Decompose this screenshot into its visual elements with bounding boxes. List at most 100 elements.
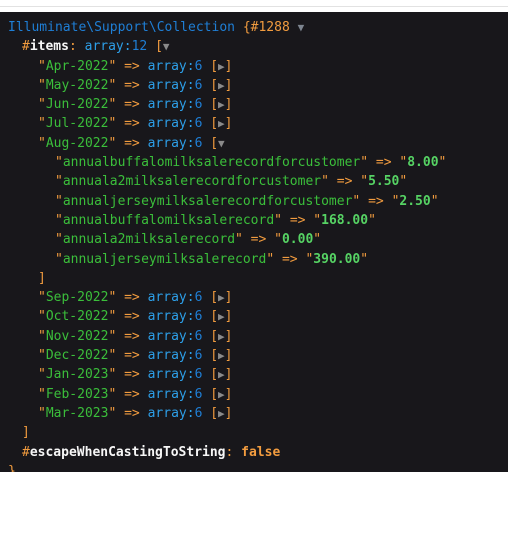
month-key: Feb-2023 [45, 386, 109, 402]
month-open-bracket: [ [210, 135, 219, 151]
month-expand-caret-icon[interactable]: ▶ [218, 330, 225, 343]
expanded-entry-line: "annuala2milksalerecordforcustomer" => "… [0, 172, 508, 191]
month-close-bracket: ] [224, 116, 233, 132]
entry-key-close-quote: " [266, 251, 275, 267]
month-type-separator: : [186, 367, 195, 383]
month-close-bracket: ] [224, 97, 233, 113]
month-expand-caret-icon[interactable]: ▶ [218, 407, 225, 420]
month-open-bracket: [ [210, 116, 219, 132]
escape-property-value: false [241, 444, 281, 460]
month-type-separator: : [186, 405, 195, 421]
month-entry-line: "Dec-2022" => array:6 [▶] [0, 346, 508, 365]
month-entry-line: "Jun-2022" => array:6 [▶] [0, 95, 508, 114]
key-open-quote: " [38, 386, 46, 402]
key-open-quote: " [38, 135, 46, 151]
collection-collapse-caret-icon[interactable]: ▼ [298, 21, 305, 34]
month-close-bracket: ] [224, 348, 233, 364]
expanded-close-bracket: ] [38, 270, 46, 286]
screenshot-root: Illuminate\Support\Collection {#1288 ▼ #… [0, 0, 508, 553]
key-open-quote: " [38, 328, 46, 344]
key-value-arrow: => [124, 386, 140, 402]
month-entry-line: "Oct-2022" => array:6 [▶] [0, 307, 508, 326]
month-expand-caret-icon[interactable]: ▶ [218, 310, 225, 323]
entry-key-close-quote: " [274, 212, 282, 228]
entry-key-open-quote: " [55, 251, 63, 267]
key-value-arrow: => [124, 348, 140, 364]
month-close-bracket: ] [224, 405, 233, 421]
var-dump-panel: Illuminate\Support\Collection {#1288 ▼ #… [0, 12, 508, 472]
month-key: Nov-2022 [45, 328, 109, 344]
month-expand-caret-icon[interactable]: ▶ [218, 117, 225, 130]
month-entry-line: "Mar-2023" => array:6 [▶] [0, 404, 508, 423]
month-type-label: array [147, 386, 187, 402]
entry-key-open-quote: " [55, 212, 63, 228]
key-value-arrow: => [124, 77, 140, 93]
month-type-label: array [147, 77, 187, 93]
month-type-label: array [147, 367, 187, 383]
expanded-entry-line: "annualjerseymilksalerecordforcustomer" … [0, 192, 508, 211]
entry-arrow: => [336, 174, 353, 190]
entry-key-open-quote: " [55, 155, 63, 171]
entry-value: 5.50 [368, 174, 400, 190]
month-entry-line: "Jan-2023" => array:6 [▶] [0, 365, 508, 384]
month-type-separator: : [186, 348, 195, 364]
month-entry-line: "Jul-2022" => array:6 [▶] [0, 114, 508, 133]
key-open-quote: " [38, 97, 46, 113]
key-open-quote: " [38, 58, 46, 74]
entry-key-close-quote: " [321, 174, 329, 190]
escape-property-name: escapeWhenCastingToString [29, 444, 226, 460]
month-key: Sep-2022 [45, 290, 109, 306]
month-expand-caret-icon[interactable]: ▶ [218, 98, 225, 111]
month-key: Jul-2022 [45, 116, 109, 132]
items-collapse-caret-icon[interactable]: ▼ [163, 40, 170, 53]
entry-value: 390.00 [313, 251, 361, 267]
entry-key: annualbuffalomilksalerecord [62, 212, 275, 228]
month-key: Aug-2022 [45, 135, 109, 151]
month-expand-caret-icon[interactable]: ▶ [218, 368, 225, 381]
month-key: Jun-2022 [45, 97, 109, 113]
month-key: Oct-2022 [45, 309, 109, 325]
items-count: 12 [131, 39, 148, 55]
month-expand-caret-icon[interactable]: ▶ [218, 388, 225, 401]
entry-arrow: => [250, 232, 267, 248]
month-expand-caret-icon[interactable]: ▶ [218, 60, 225, 73]
key-value-arrow: => [124, 97, 140, 113]
entry-key: annualbuffalomilksalerecordforcustomer [62, 155, 361, 171]
month-collapse-caret-icon[interactable]: ▼ [218, 137, 225, 150]
month-type-label: array [147, 116, 187, 132]
expanded-entry-line: "annuala2milksalerecord" => "0.00" [0, 230, 508, 249]
entry-key: annuala2milksalerecord [62, 232, 236, 248]
key-value-arrow: => [124, 290, 140, 306]
month-key: Jan-2023 [45, 367, 109, 383]
entry-key: annuala2milksalerecordforcustomer [62, 174, 322, 190]
entry-arrow: => [375, 155, 392, 171]
month-expand-caret-icon[interactable]: ▶ [218, 291, 225, 304]
items-close-bracket-line: ] [0, 423, 508, 442]
month-expand-caret-icon[interactable]: ▶ [218, 79, 225, 92]
entry-value-open-quote: " [360, 174, 369, 190]
month-key: May-2022 [45, 77, 109, 93]
entry-key: annualjerseymilksalerecord [62, 251, 267, 267]
key-value-arrow: => [124, 309, 140, 325]
property-hash-sigil: # [22, 39, 30, 55]
month-type-label: array [147, 58, 187, 74]
key-open-quote: " [38, 116, 46, 132]
key-open-quote: " [38, 77, 46, 93]
months-list: "Apr-2022" => array:6 [▶] "May-2022" => a… [0, 57, 508, 424]
expanded-entry-line: "annualbuffalomilksalerecordforcustomer"… [0, 153, 508, 172]
page-top-divider [0, 6, 508, 7]
month-type-separator: : [186, 309, 195, 325]
month-expand-caret-icon[interactable]: ▶ [218, 349, 225, 362]
month-type-separator: : [186, 77, 195, 93]
month-entry-line: "Feb-2023" => array:6 [▶] [0, 385, 508, 404]
